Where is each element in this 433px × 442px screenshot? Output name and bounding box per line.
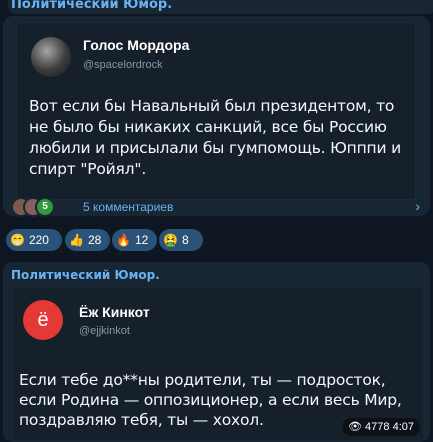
- comments-label[interactable]: 5 комментариев: [83, 200, 173, 214]
- reaction-count: 220: [28, 233, 49, 247]
- reaction-button[interactable]: 😁 220: [6, 229, 62, 251]
- reaction-count: 28: [87, 233, 102, 247]
- view-count: 4778: [365, 421, 390, 433]
- commenter-avatar: 5: [35, 197, 55, 217]
- chevron-right-icon: ›: [415, 198, 420, 214]
- message-meta: 👁 4778 4:07: [342, 418, 420, 436]
- channel-label[interactable]: Политический Юмор.: [11, 268, 160, 282]
- reaction-button[interactable]: 🤮 8: [159, 229, 203, 251]
- message-bubble[interactable]: Голос Мордора @spacelordrock Вот если бы…: [3, 16, 430, 219]
- vomit-emoji-icon: 🤮: [163, 233, 178, 247]
- reaction-count: 8: [181, 233, 189, 247]
- reaction-count: 12: [134, 233, 149, 247]
- avatar: ё: [23, 300, 63, 340]
- message-bubble[interactable]: Политический Юмор. ё Ёж Кинкот @ejjkinko…: [3, 262, 430, 442]
- avatar: [31, 37, 71, 77]
- tweet-text: Вот если бы Навальный был президентом, т…: [29, 97, 401, 178]
- comments-button[interactable]: 5 5 комментариев ›: [11, 197, 426, 219]
- message-time: 4:07: [392, 421, 414, 433]
- tweet-handle: @spacelordrock: [83, 59, 163, 71]
- channel-label[interactable]: Политический Юмор.: [11, 0, 172, 12]
- eye-icon: 👁: [348, 421, 363, 433]
- previous-message-tail: Политический Юмор.: [8, 0, 433, 14]
- fire-emoji-icon: 🔥: [116, 233, 131, 247]
- tweet-handle: @ejjkinkot: [79, 325, 130, 337]
- tweet-author: Ёж Кинкот: [79, 304, 150, 320]
- reaction-button[interactable]: 🔥 12: [112, 229, 157, 251]
- tweet-screenshot[interactable]: Голос Мордора @spacelordrock Вот если бы…: [16, 22, 416, 200]
- tweet-author: Голос Мордора: [83, 37, 190, 53]
- reaction-button[interactable]: 👍 28: [65, 229, 110, 251]
- tweet-screenshot[interactable]: ё Ёж Кинкот @ejjkinkot Если тебе до**ны …: [13, 288, 423, 440]
- grinning-emoji-icon: 😁: [10, 233, 25, 247]
- thumbs-up-emoji-icon: 👍: [69, 233, 84, 247]
